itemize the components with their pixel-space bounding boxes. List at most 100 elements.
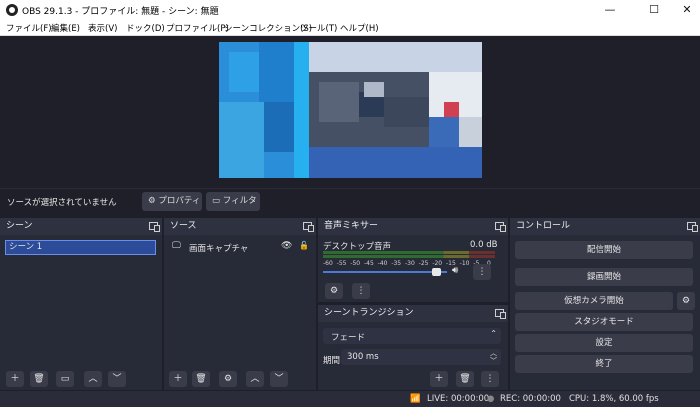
transitions-header: シーントランジション <box>318 305 508 322</box>
audio-mixer-panel: 音声ミキサー デスクトップ音声 0.0 dB -60 -55 -50 -45 -40 -3… <box>318 218 508 302</box>
menu-file[interactable]: ファイル(F) <box>6 22 52 34</box>
gear-icon: ⚙ <box>223 374 233 384</box>
properties-button[interactable]: ⚙ プロパティ <box>142 192 202 211</box>
chevron-up-icon: ︿ <box>88 374 98 384</box>
scene-list-item[interactable]: シーン 1 <box>5 240 156 255</box>
channel-level: 0.0 dB <box>470 240 498 250</box>
rec-time: REC: 00:00:00 <box>500 394 561 404</box>
meter-tick-label: -10 <box>459 260 470 267</box>
scene-filters-button[interactable]: ▭ <box>56 371 74 387</box>
menu-dock[interactable]: ドック(D) <box>126 22 165 34</box>
source-properties-button[interactable]: ⚙ <box>219 371 237 387</box>
remove-transition-button[interactable]: 🗑 <box>456 371 474 387</box>
menu-bar: ファイル(F) 編集(E) 表示(V) ドック(D) プロファイル(P) シーン… <box>0 20 700 36</box>
obs-logo-icon <box>6 4 18 16</box>
virtual-camera-settings-button[interactable]: ⚙ <box>677 292 695 310</box>
more-vertical-icon: ⋮ <box>356 286 366 296</box>
trash-icon: 🗑 <box>459 374 471 384</box>
menu-scene-collection[interactable]: シーンコレクション(S) <box>224 22 312 34</box>
undock-icon[interactable] <box>303 222 314 232</box>
undock-icon[interactable] <box>495 222 506 232</box>
close-button[interactable]: ✕ <box>676 2 698 18</box>
minimize-button[interactable]: — <box>599 2 621 18</box>
title-bar: OBS 29.1.3 - プロファイル: 無題 - シーン: 無題 — ☐ ✕ <box>0 0 700 20</box>
mixer-channel-menu-button[interactable]: ⋮ <box>473 264 491 280</box>
move-down-button[interactable]: ﹀ <box>270 371 288 387</box>
duration-spinbox[interactable]: 300 ms ︿ ﹀ <box>341 349 501 365</box>
maximize-button[interactable]: ☐ <box>643 2 665 18</box>
mixer-title: 音声ミキサー <box>324 221 379 231</box>
advanced-audio-button[interactable]: ⚙ <box>325 283 343 299</box>
level-meter-top <box>323 251 495 254</box>
volume-slider-handle[interactable] <box>432 268 442 276</box>
meter-tick-label: -55 <box>336 260 347 267</box>
filters-button[interactable]: ▭ フィルタ <box>206 192 260 211</box>
menu-help[interactable]: ヘルプ(H) <box>340 22 379 34</box>
trash-icon: 🗑 <box>195 374 207 384</box>
spin-arrows-icon[interactable]: ︿ ﹀ <box>490 349 497 365</box>
meter-tick-label: -60 <box>323 260 333 267</box>
volume-slider[interactable] <box>323 268 447 276</box>
source-name: 画面キャプチャ <box>189 244 249 254</box>
sources-footer: ＋ 🗑 ⚙ ︿ ﹀ <box>164 368 316 390</box>
preview-image <box>219 42 482 178</box>
undock-icon[interactable] <box>149 222 160 232</box>
start-virtual-camera-button[interactable]: 仮想カメラ開始 <box>515 292 673 310</box>
trash-icon: 🗑 <box>33 374 45 384</box>
lock-icon[interactable]: 🔓 <box>299 241 309 250</box>
source-list-item[interactable]: 🖵 画面キャプチャ 👁 🔓 <box>169 239 311 255</box>
meter-scale: -60-55-50-45-40-35-30-25-20-15-10-50 <box>323 260 495 268</box>
remove-scene-button[interactable]: 🗑 <box>30 371 48 387</box>
mixer-menu-button[interactable]: ⋮ <box>352 283 370 299</box>
mixer-footer: ⚙ ⋮ <box>318 280 508 302</box>
duration-value: 300 ms <box>347 352 379 362</box>
transition-menu-button[interactable]: ⋮ <box>481 371 499 387</box>
live-indicator-icon: 📶 <box>410 394 421 404</box>
preview-canvas[interactable] <box>219 42 482 178</box>
visibility-eye-icon[interactable]: 👁 <box>281 241 292 251</box>
undock-icon[interactable] <box>495 309 506 319</box>
move-up-button[interactable]: ︿ <box>246 371 264 387</box>
settings-button[interactable]: 設定 <box>515 334 693 352</box>
transition-type-select[interactable]: フェード ⌃ <box>323 328 501 344</box>
scenes-title: シーン <box>6 221 33 231</box>
status-bar: 📶 LIVE: 00:00:00 ● REC: 00:00:00 CPU: 1.… <box>0 391 700 407</box>
gear-icon: ⚙ <box>148 196 159 206</box>
duration-label: 期間 <box>323 356 341 366</box>
menu-profile[interactable]: プロファイル(P) <box>166 22 229 34</box>
add-source-button[interactable]: ＋ <box>169 371 187 387</box>
meter-tick-label: -40 <box>377 260 388 267</box>
exit-button[interactable]: 終了 <box>515 355 693 373</box>
filters-label: フィルタ <box>222 196 257 206</box>
studio-mode-button[interactable]: スタジオモード <box>515 313 693 331</box>
undock-icon[interactable] <box>687 222 698 232</box>
meter-tick-label: -25 <box>418 260 429 267</box>
start-recording-button[interactable]: 録画開始 <box>515 268 693 286</box>
level-meter-bottom <box>323 255 495 258</box>
dropdown-arrow-icon: ⌃ <box>490 329 497 338</box>
filter-icon: ▭ <box>60 374 70 384</box>
sources-panel: ソース 🖵 画面キャプチャ 👁 🔓 ＋ 🗑 ⚙ ︿ ﹀ <box>164 218 316 390</box>
move-down-button[interactable]: ﹀ <box>108 371 126 387</box>
move-up-button[interactable]: ︿ <box>84 371 102 387</box>
speaker-icon[interactable]: 🔊︎ <box>452 265 458 276</box>
controls-title: コントロール <box>516 221 571 231</box>
mixer-header: 音声ミキサー <box>318 218 508 235</box>
filter-icon: ▭ <box>212 196 223 206</box>
menu-edit[interactable]: 編集(E) <box>51 22 80 34</box>
remove-source-button[interactable]: 🗑 <box>192 371 210 387</box>
add-scene-button[interactable]: ＋ <box>6 371 24 387</box>
menu-view[interactable]: 表示(V) <box>88 22 117 34</box>
controls-header: コントロール <box>510 218 700 235</box>
transitions-footer: ＋ 🗑 ⋮ <box>318 368 508 390</box>
sources-header: ソース <box>164 218 316 235</box>
menu-tools[interactable]: ツール(T) <box>300 22 337 34</box>
meter-tick-label: -35 <box>391 260 402 267</box>
transitions-title: シーントランジション <box>324 308 414 318</box>
chevron-down-icon: ﹀ <box>112 374 122 384</box>
scene-transitions-panel: シーントランジション フェード ⌃ 期間 300 ms ︿ ﹀ ＋ 🗑 ⋮ <box>318 305 508 390</box>
add-transition-button[interactable]: ＋ <box>430 371 448 387</box>
more-vertical-icon: ⋮ <box>485 374 495 384</box>
scenes-footer: ＋ 🗑 ▭ ︿ ﹀ <box>0 368 162 390</box>
start-streaming-button[interactable]: 配信開始 <box>515 241 693 259</box>
